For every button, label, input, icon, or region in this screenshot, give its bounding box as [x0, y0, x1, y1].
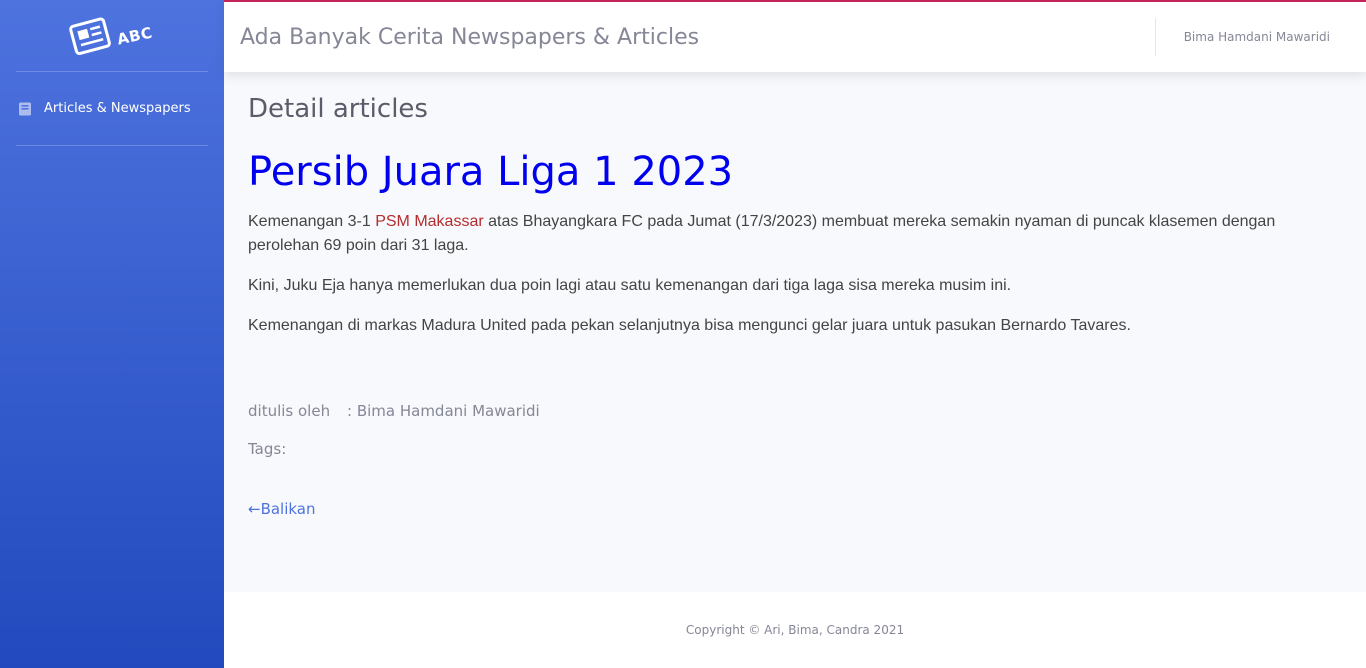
page-title: Detail articles: [248, 94, 428, 124]
topbar: Ada Banyak Cerita Newspapers & Articles …: [224, 0, 1366, 72]
user-menu[interactable]: Bima Hamdani Mawaridi: [1184, 30, 1330, 44]
topbar-divider: [1154, 18, 1156, 56]
topbar-user-area: Bima Hamdani Mawaridi: [1154, 2, 1366, 72]
sidebar-item-articles[interactable]: Articles & Newspapers: [16, 72, 208, 146]
author-value: : Bima Hamdani Mawaridi: [347, 402, 540, 420]
author-label: ditulis oleh: [248, 402, 331, 420]
back-link[interactable]: ←Balikan: [248, 500, 316, 518]
book-icon: [19, 102, 31, 115]
author-row: ditulis oleh : Bima Hamdani Mawaridi: [248, 402, 1342, 420]
article-paragraph-1: Kemenangan 3-1 PSM Makassar atas Bhayang…: [248, 210, 1342, 258]
highlighted-team: PSM Makassar: [375, 213, 484, 230]
article-title: Persib Juara Liga 1 2023: [248, 149, 734, 195]
copyright: Copyright © Ari, Bima, Candra 2021: [685, 623, 905, 637]
article-paragraph-2: Kini, Juku Eja hanya memerlukan dua poin…: [248, 277, 1012, 294]
main-content: Detail articles Persib Juara Liga 1 2023…: [248, 72, 1342, 518]
sidebar-brand[interactable]: ABC: [16, 0, 208, 72]
paragraph-text: Kemenangan 3-1: [248, 213, 376, 230]
tags-label: Tags:: [248, 440, 287, 458]
newspaper-icon: [69, 17, 112, 55]
sidebar-item-label: Articles & Newspapers: [44, 101, 191, 116]
sidebar: ABC Articles & Newspapers: [0, 0, 224, 668]
app-title: Ada Banyak Cerita Newspapers & Articles: [240, 24, 700, 50]
footer: Copyright © Ari, Bima, Candra 2021: [224, 592, 1366, 668]
brand-text: ABC: [115, 22, 155, 49]
article-paragraph-3: Kemenangan di markas Madura United pada …: [248, 317, 1131, 334]
